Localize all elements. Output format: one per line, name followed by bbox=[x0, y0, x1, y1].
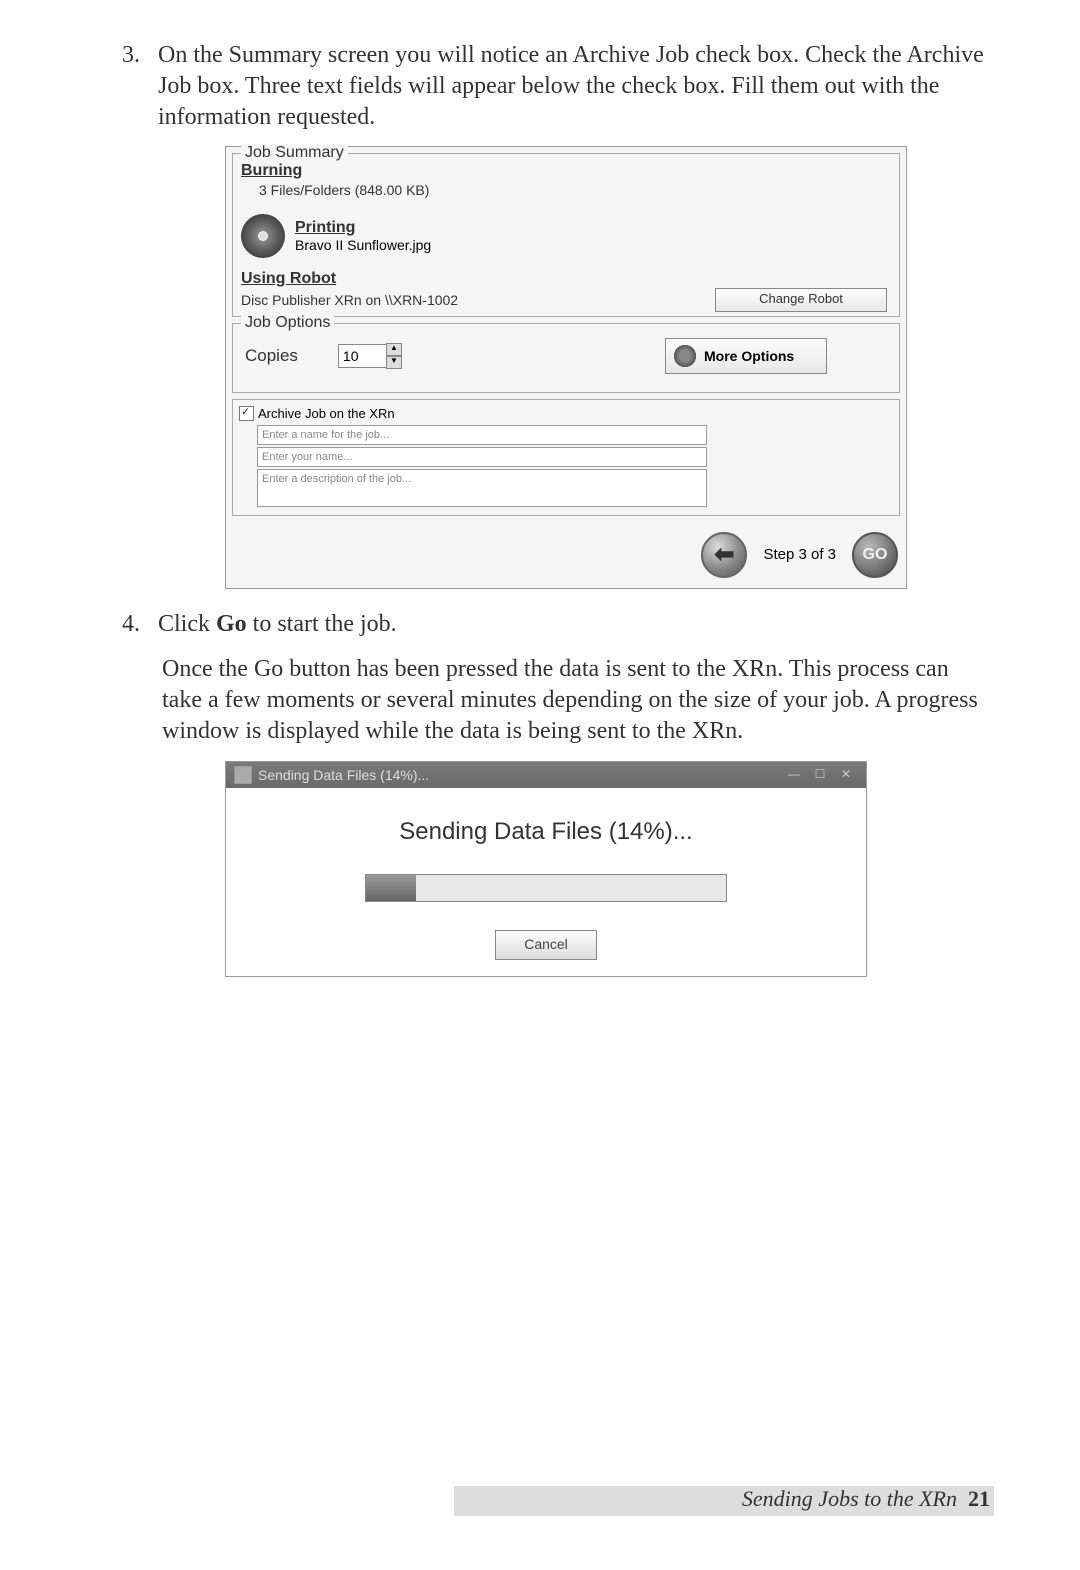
step-indicator: Step 3 of 3 bbox=[763, 546, 836, 563]
instruction-text: On the Summary screen you will notice an… bbox=[158, 40, 990, 134]
app-icon bbox=[234, 766, 252, 784]
instruction-3: 3. On the Summary screen you will notice… bbox=[90, 40, 990, 134]
back-button[interactable]: ⬅ bbox=[701, 532, 747, 578]
body-paragraph: Once the Go button has been pressed the … bbox=[90, 654, 990, 748]
cancel-button[interactable]: Cancel bbox=[495, 930, 597, 960]
burning-detail: 3 Files/Folders (848.00 KB) bbox=[259, 182, 891, 198]
copies-input[interactable]: 10 bbox=[338, 344, 388, 368]
arrow-left-icon: ⬅ bbox=[714, 540, 734, 569]
more-options-label: More Options bbox=[704, 348, 794, 364]
page-footer: Sending Jobs to the XRn 21 bbox=[742, 1486, 990, 1512]
instruction-text: Click Go to start the job. bbox=[158, 609, 990, 640]
job-description-field[interactable]: Enter a description of the job... bbox=[257, 469, 707, 507]
your-name-field[interactable]: Enter your name... bbox=[257, 447, 707, 467]
archive-section: Archive Job on the XRn Enter a name for … bbox=[232, 399, 900, 516]
copies-label: Copies bbox=[245, 346, 298, 366]
titlebar: Sending Data Files (14%)... — ☐ ✕ bbox=[226, 762, 866, 788]
spin-down-icon[interactable]: ▼ bbox=[386, 356, 402, 369]
job-summary-dialog: Job Summary Burning 3 Files/Folders (848… bbox=[225, 146, 907, 589]
burning-link[interactable]: Burning bbox=[241, 162, 302, 179]
window-title: Sending Data Files (14%)... bbox=[258, 767, 429, 783]
text-bold: Go bbox=[216, 611, 247, 637]
job-name-field[interactable]: Enter a name for the job... bbox=[257, 425, 707, 445]
spin-up-icon[interactable]: ▲ bbox=[386, 343, 402, 356]
minimize-icon[interactable]: — bbox=[782, 767, 806, 783]
text-post: to start the job. bbox=[247, 611, 397, 637]
close-icon[interactable]: ✕ bbox=[834, 767, 858, 783]
archive-checkbox-label: Archive Job on the XRn bbox=[258, 406, 395, 421]
progress-heading: Sending Data Files (14%)... bbox=[246, 818, 846, 846]
more-options-button[interactable]: More Options bbox=[665, 338, 827, 374]
wizard-nav: ⬅ Step 3 of 3 GO bbox=[226, 522, 906, 588]
progress-dialog: Sending Data Files (14%)... — ☐ ✕ Sendin… bbox=[225, 761, 867, 977]
job-summary-fieldset: Job Summary Burning 3 Files/Folders (848… bbox=[232, 153, 900, 317]
progress-fill bbox=[366, 875, 416, 901]
copies-stepper[interactable]: ▲ ▼ bbox=[386, 343, 402, 369]
using-robot-link[interactable]: Using Robot bbox=[241, 270, 336, 287]
printing-link[interactable]: Printing bbox=[295, 219, 431, 237]
instruction-number: 3. bbox=[90, 40, 158, 134]
go-button[interactable]: GO bbox=[852, 532, 898, 578]
maximize-icon[interactable]: ☐ bbox=[808, 767, 832, 783]
change-robot-button[interactable]: Change Robot bbox=[715, 288, 887, 312]
progress-bar bbox=[365, 874, 727, 902]
text-pre: Click bbox=[158, 611, 216, 637]
archive-checkbox[interactable] bbox=[239, 406, 254, 421]
footer-title: Sending Jobs to the XRn bbox=[742, 1486, 957, 1511]
disc-icon bbox=[241, 214, 285, 258]
job-options-fieldset: Job Options Copies 10 ▲ ▼ More Options bbox=[232, 323, 900, 393]
printing-detail: Bravo II Sunflower.jpg bbox=[295, 237, 431, 253]
gear-icon bbox=[672, 343, 698, 369]
instruction-number: 4. bbox=[90, 609, 158, 640]
job-summary-legend: Job Summary bbox=[241, 144, 348, 162]
instruction-4: 4. Click Go to start the job. bbox=[90, 609, 990, 640]
job-options-legend: Job Options bbox=[241, 314, 334, 332]
page-number: 21 bbox=[968, 1486, 990, 1511]
